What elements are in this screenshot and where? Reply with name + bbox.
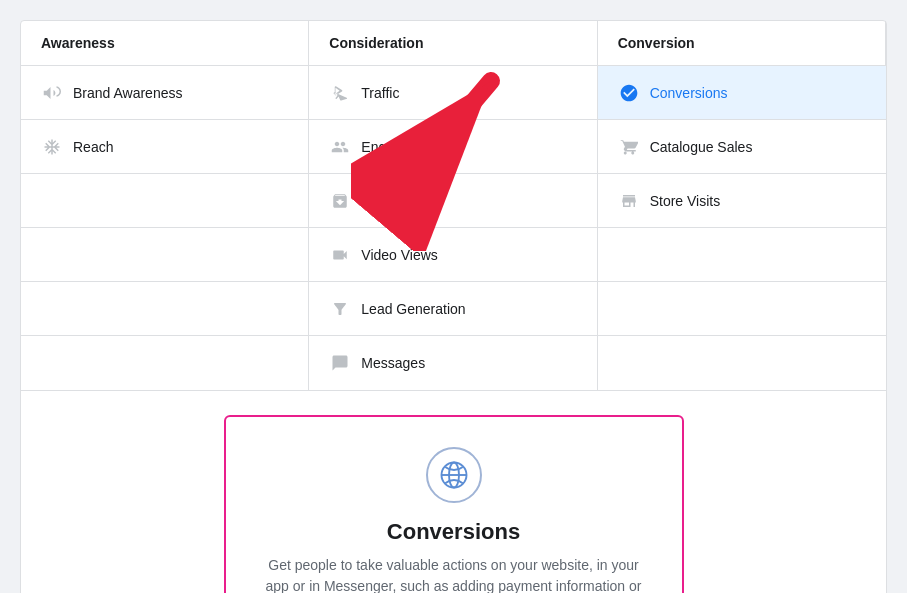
awareness-column: Brand Awareness Reach [21,66,309,390]
detail-card-desc: Get people to take valuable actions on y… [266,555,642,593]
brand-awareness-item[interactable]: Brand Awareness [21,66,308,120]
engagement-item[interactable]: Engagement [309,120,596,174]
box-icon [329,190,351,212]
detail-card: Conversions Get people to take valuable … [224,415,684,593]
conversions-label: Conversions [650,85,728,101]
catalogue-sales-label: Catalogue Sales [650,139,753,155]
app-installs-label: App Installs [361,193,433,209]
conversion-spacer-1 [598,228,886,282]
engagement-label: Engagement [361,139,440,155]
app-installs-item[interactable]: App Installs [309,174,596,228]
megaphone-icon [41,82,63,104]
snowflake-icon [41,136,63,158]
video-views-label: Video Views [361,247,438,263]
awareness-spacer-1 [21,174,308,228]
detail-section: Conversions Get people to take valuable … [21,391,886,593]
conversion-spacer-2 [598,282,886,336]
check-circle-icon [618,82,640,104]
objective-table-section: Awareness Consideration Conversion Brand… [21,21,886,391]
store-icon [618,190,640,212]
store-visits-label: Store Visits [650,193,721,209]
lead-generation-item[interactable]: Lead Generation [309,282,596,336]
cart-icon [618,136,640,158]
awareness-spacer-4 [21,336,308,390]
awareness-spacer-3 [21,282,308,336]
traffic-label: Traffic [361,85,399,101]
cursor-icon [329,82,351,104]
reach-label: Reach [73,139,113,155]
detail-card-icon [426,447,482,503]
objective-table: Awareness Consideration Conversion Brand… [21,21,886,391]
messages-label: Messages [361,355,425,371]
funnel-icon [329,298,351,320]
header-conversion: Conversion [598,21,886,66]
header-awareness: Awareness [21,21,309,66]
header-consideration: Consideration [309,21,597,66]
video-icon [329,244,351,266]
catalogue-sales-item[interactable]: Catalogue Sales [598,120,886,174]
conversions-item[interactable]: Conversions [598,66,886,120]
awareness-spacer-2 [21,228,308,282]
detail-card-title: Conversions [387,519,520,545]
people-icon [329,136,351,158]
traffic-item[interactable]: Traffic [309,66,596,120]
chat-icon [329,352,351,374]
conversion-column: Conversions Catalogue Sales [598,66,886,390]
store-visits-item[interactable]: Store Visits [598,174,886,228]
video-views-item[interactable]: Video Views [309,228,596,282]
messages-item[interactable]: Messages [309,336,596,390]
reach-item[interactable]: Reach [21,120,308,174]
brand-awareness-label: Brand Awareness [73,85,182,101]
lead-generation-label: Lead Generation [361,301,465,317]
conversion-spacer-3 [598,336,886,390]
consideration-column: Traffic Engagement [309,66,597,390]
objective-selector: Awareness Consideration Conversion Brand… [20,20,887,593]
